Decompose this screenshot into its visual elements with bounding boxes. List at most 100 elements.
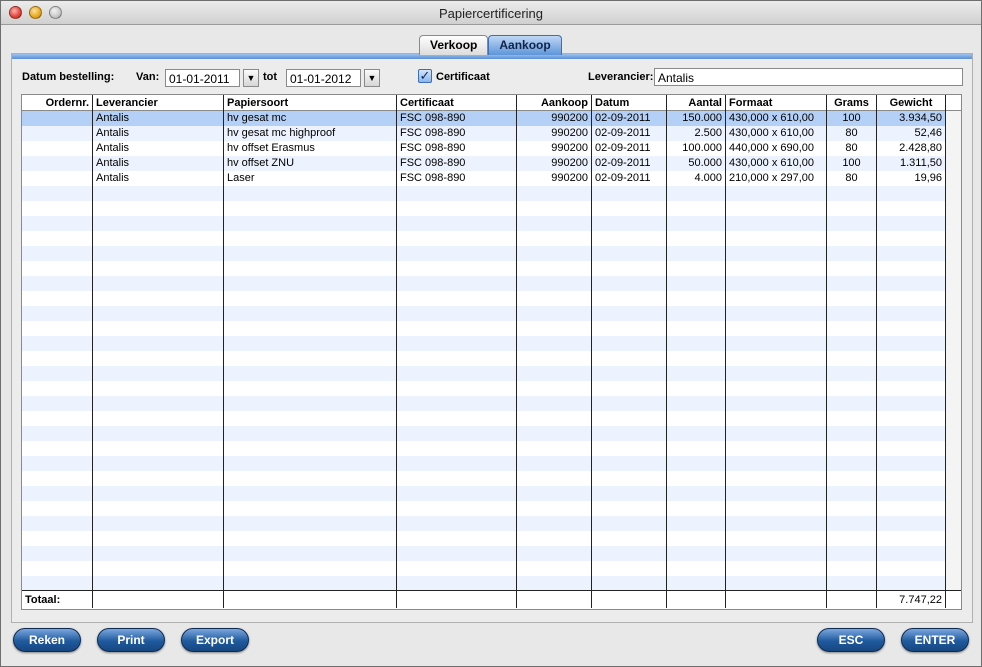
print-button[interactable]: Print [97,628,165,652]
column-divider [876,95,877,608]
cell-grams: 80 [845,172,858,184]
col-header-formaat[interactable]: Formaat [726,96,826,110]
tot-label: tot [263,71,278,83]
empty-table-row[interactable] [22,231,945,246]
cell-grams: 100 [842,112,861,124]
cell-formaat: 210,000 x 297,00 [729,172,815,184]
empty-table-row[interactable] [22,291,945,306]
cell-ordernr [22,126,92,141]
col-header-aankoop[interactable]: Aankoop [517,96,591,110]
empty-table-row[interactable] [22,576,945,590]
empty-table-row[interactable] [22,531,945,546]
table-row[interactable]: Antalis hv offset Erasmus FSC 098-890 99020… [22,141,945,156]
export-button[interactable]: Export [181,628,249,652]
empty-table-row[interactable] [22,246,945,261]
empty-table-row[interactable] [22,366,945,381]
cell-aantal: 50.000 [688,157,722,169]
tab-verkoop[interactable]: Verkoop [419,35,489,55]
col-header-leverancier[interactable]: Leverancier [93,96,223,110]
empty-table-row[interactable] [22,351,945,366]
cell-ordernr [22,111,92,126]
empty-table-row[interactable] [22,321,945,336]
filter-row: Datum bestelling: Van: 01-01-2011 ▼ tot … [22,68,963,88]
leverancier-input[interactable]: Antalis [654,68,963,86]
cell-leverancier: Antalis [96,172,130,184]
vertical-scrollbar[interactable] [945,111,961,590]
empty-table-row[interactable] [22,201,945,216]
empty-table-row[interactable] [22,426,945,441]
cell-formaat: 430,000 x 610,00 [729,112,815,124]
column-divider [396,95,397,608]
empty-table-row[interactable] [22,501,945,516]
col-header-grams[interactable]: Grams [827,96,876,110]
cell-leverancier: Antalis [96,127,130,139]
empty-table-row[interactable] [22,546,945,561]
empty-table-row[interactable] [22,441,945,456]
cell-papiersoort: hv gesat mc [227,112,287,124]
tot-date-field[interactable]: 01-01-2012 [286,69,361,87]
cell-gewicht: 1.311,50 [899,157,942,169]
cell-certificaat: FSC 098-890 [400,127,466,139]
cell-datum: 02-09-2011 [595,157,651,169]
cell-gewicht: 52,46 [914,127,942,139]
empty-table-row[interactable] [22,471,945,486]
empty-table-row[interactable] [22,261,945,276]
empty-table-row[interactable] [22,486,945,501]
col-header-papiersoort[interactable]: Papiersoort [224,96,396,110]
empty-table-row[interactable] [22,276,945,291]
cell-formaat: 440,000 x 690,00 [729,142,815,154]
col-header-datum[interactable]: Datum [592,96,666,110]
checkmark-icon: ✓ [419,68,431,83]
empty-table-row[interactable] [22,516,945,531]
cell-leverancier: Antalis [96,112,130,124]
certificaat-checkbox[interactable]: ✓ [418,69,432,83]
column-divider [223,95,224,608]
cell-datum: 02-09-2011 [595,172,651,184]
van-dropdown-button[interactable]: ▼ [243,69,259,87]
col-header-certificaat[interactable]: Certificaat [397,96,516,110]
col-header-gewicht[interactable]: Gewicht [877,96,945,110]
table-header: Ordernr. Leverancier Papiersoort Certifi… [22,95,961,111]
tab-aankoop[interactable]: Aankoop [488,35,562,55]
table-row[interactable]: Antalis hv gesat mc highproof FSC 098-890 9… [22,126,945,141]
enter-button[interactable]: ENTER [901,628,969,652]
table-row[interactable]: Antalis hv offset ZNU FSC 098-890 990200 02-… [22,156,945,171]
cell-leverancier: Antalis [96,142,130,154]
cell-certificaat: FSC 098-890 [400,172,466,184]
empty-table-row[interactable] [22,186,945,201]
title-bar: Papiercertificering [1,1,981,25]
column-divider [945,95,946,608]
van-date-field[interactable]: 01-01-2011 [165,69,240,87]
empty-table-row[interactable] [22,561,945,576]
esc-button[interactable]: ESC [817,628,885,652]
reken-button[interactable]: Reken [13,628,81,652]
cell-ordernr [22,141,92,156]
cell-ordernr [22,156,92,171]
empty-table-row[interactable] [22,306,945,321]
cell-gewicht: 3.934,50 [899,112,942,124]
total-gewicht-value: 7.747,22 [899,594,942,606]
cell-aankoop: 990200 [551,127,588,139]
cell-papiersoort: hv gesat mc highproof [227,127,336,139]
empty-table-row[interactable] [22,216,945,231]
total-label: Totaal: [25,594,61,606]
cell-papiersoort: hv offset Erasmus [227,142,315,154]
col-header-ordernr[interactable]: Ordernr. [22,96,92,110]
col-header-aantal[interactable]: Aantal [667,96,725,110]
table-body: Antalis hv gesat mc FSC 098-890 990200 02-09… [22,111,945,590]
empty-table-row[interactable] [22,381,945,396]
table-row[interactable]: Antalis Laser FSC 098-890 990200 02-09-2011 4… [22,171,945,186]
empty-table-row[interactable] [22,456,945,471]
empty-table-row[interactable] [22,396,945,411]
cell-certificaat: FSC 098-890 [400,142,466,154]
column-divider [92,95,93,608]
empty-table-row[interactable] [22,411,945,426]
cell-papiersoort: hv offset ZNU [227,157,295,169]
column-divider [516,95,517,608]
column-divider [725,95,726,608]
content-panel: Datum bestelling: Van: 01-01-2011 ▼ tot … [11,53,973,623]
table-row[interactable]: Antalis hv gesat mc FSC 098-890 990200 02-09… [22,111,945,126]
tot-dropdown-button[interactable]: ▼ [364,69,380,87]
cell-aankoop: 990200 [551,157,588,169]
empty-table-row[interactable] [22,336,945,351]
